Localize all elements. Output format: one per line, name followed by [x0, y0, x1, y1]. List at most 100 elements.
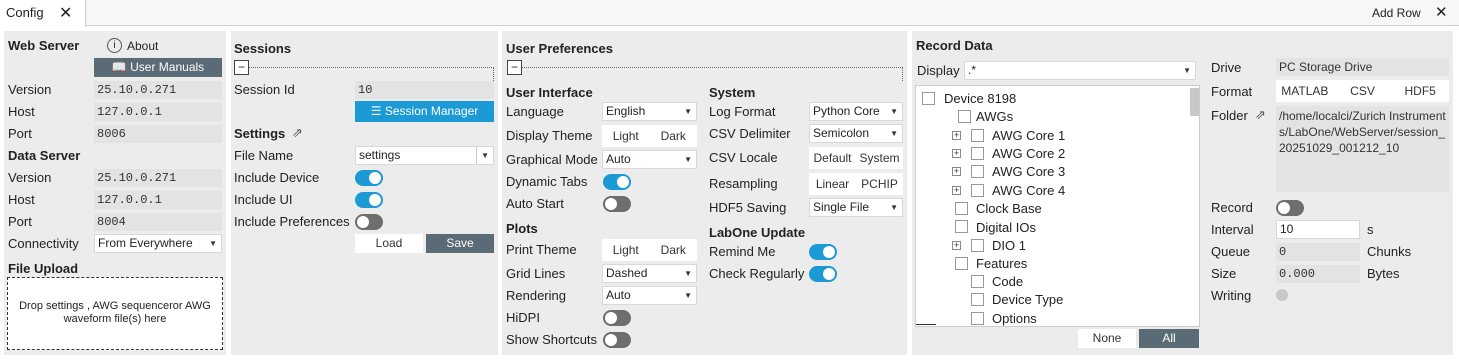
close-icon[interactable]: ✕: [1435, 3, 1448, 21]
file-name-select[interactable]: settings ▼: [355, 146, 494, 165]
list-icon: ☰: [370, 104, 382, 118]
display-filter-select[interactable]: .* ▼: [964, 61, 1196, 80]
language-select[interactable]: English ▼: [602, 102, 697, 121]
expand-icon[interactable]: +: [952, 241, 961, 250]
tab-config[interactable]: Config ✕: [0, 0, 86, 27]
check-regularly-toggle[interactable]: [809, 266, 837, 282]
tree-checkbox[interactable]: [922, 92, 935, 105]
grid-lines-select[interactable]: Dashed ▼: [602, 264, 697, 283]
tree-checkbox[interactable]: [971, 239, 984, 252]
auto-start-label: Auto Start: [506, 196, 564, 211]
web-version-value: 25.10.0.271: [94, 81, 222, 99]
locale-default-option[interactable]: Default: [809, 147, 856, 169]
csv-delimiter-select[interactable]: Semicolon ▼: [809, 124, 903, 143]
tree-item-digital-ios[interactable]: Digital IOs: [976, 220, 1036, 235]
log-format-select[interactable]: Python Core ▼: [809, 102, 903, 121]
show-shortcuts-toggle[interactable]: [603, 332, 631, 348]
remind-me-toggle[interactable]: [809, 244, 837, 260]
save-button[interactable]: Save: [426, 234, 494, 253]
locale-system-option[interactable]: System: [856, 147, 903, 169]
signal-tree[interactable]: Device 8198 AWGs + AWG Core 1 + AWG Core…: [915, 85, 1200, 327]
interval-input[interactable]: 10: [1276, 220, 1360, 239]
select-all-button[interactable]: All: [1139, 329, 1199, 348]
version-label: Version: [8, 82, 52, 97]
csv-locale-switch[interactable]: Default System: [809, 147, 903, 169]
tree-item-clock-base[interactable]: Clock Base: [976, 201, 1042, 216]
tree-item-features[interactable]: Features: [976, 256, 1027, 271]
external-link-icon[interactable]: ⇗: [292, 125, 303, 141]
sessions-panel: Sessions − Session Id 10 ☰ Session Manag…: [231, 31, 498, 355]
tree-item-device[interactable]: Device 8198: [944, 91, 1016, 106]
tree-item-awg-core-4[interactable]: AWG Core 4: [992, 183, 1065, 198]
hidpi-toggle[interactable]: [603, 310, 631, 326]
load-button[interactable]: Load: [355, 234, 423, 253]
tree-checkbox[interactable]: [971, 165, 984, 178]
collapse-button[interactable]: −: [507, 60, 522, 75]
tree-checkbox[interactable]: [971, 275, 984, 288]
tree-checkbox[interactable]: [971, 293, 984, 306]
tree-checkbox[interactable]: [955, 202, 968, 215]
tree-scrollbar[interactable]: [1190, 88, 1199, 116]
record-toggle[interactable]: [1276, 200, 1304, 216]
format-matlab-option[interactable]: MATLAB: [1276, 80, 1334, 102]
theme-light-option[interactable]: Light: [602, 125, 650, 147]
tree-checkbox[interactable]: [955, 220, 968, 233]
expand-icon[interactable]: +: [952, 149, 961, 158]
collapse-button[interactable]: −: [234, 60, 249, 75]
include-device-toggle[interactable]: [355, 170, 383, 186]
about-link[interactable]: About: [127, 39, 158, 53]
plots-section-title: Plots: [506, 221, 538, 236]
expand-icon[interactable]: +: [952, 131, 961, 140]
print-theme-switch[interactable]: Light Dark: [602, 239, 697, 261]
user-manuals-button[interactable]: 📖 User Manuals: [94, 58, 222, 77]
tree-item-device-type[interactable]: Device Type: [992, 292, 1063, 307]
format-switch[interactable]: MATLAB CSV HDF5: [1276, 80, 1449, 102]
include-ui-toggle[interactable]: [355, 192, 383, 208]
tree-item-options[interactable]: Options: [992, 311, 1037, 326]
tree-item-code[interactable]: Code: [992, 274, 1023, 289]
connectivity-select[interactable]: From Everywhere ▼: [94, 234, 222, 253]
include-prefs-toggle[interactable]: [355, 214, 383, 230]
connectivity-label: Connectivity: [8, 236, 79, 251]
external-link-icon[interactable]: ⇗: [1255, 107, 1266, 123]
tree-checkbox[interactable]: [971, 147, 984, 160]
expand-icon[interactable]: +: [952, 186, 961, 195]
tree-item-awgs[interactable]: AWGs: [976, 109, 1013, 124]
dynamic-tabs-toggle[interactable]: [603, 174, 631, 190]
hdf5-saving-select[interactable]: Single File ▼: [809, 198, 903, 217]
tree-checkbox[interactable]: [971, 184, 984, 197]
resampling-linear-option[interactable]: Linear: [809, 173, 856, 195]
resampling-switch[interactable]: Linear PCHIP: [809, 173, 903, 195]
print-light-option[interactable]: Light: [602, 239, 650, 261]
tree-item-awg-core-1[interactable]: AWG Core 1: [992, 128, 1065, 143]
tree-checkbox[interactable]: [955, 257, 968, 270]
tree-item-awg-core-3[interactable]: AWG Core 3: [992, 164, 1065, 179]
format-csv-option[interactable]: CSV: [1334, 80, 1392, 102]
tree-item-awg-core-2[interactable]: AWG Core 2: [992, 146, 1065, 161]
tree-checkbox[interactable]: [958, 110, 971, 123]
display-theme-switch[interactable]: Light Dark: [602, 125, 697, 147]
toggle-knob: [823, 246, 835, 258]
chevron-down-icon: ▼: [476, 147, 489, 164]
file-drop-zone[interactable]: Drop settings , AWG sequenceror AWG wave…: [7, 277, 223, 350]
ui-section-title: User Interface: [506, 85, 593, 100]
info-icon[interactable]: i: [107, 38, 122, 53]
resampling-pchip-option[interactable]: PCHIP: [856, 173, 903, 195]
tree-item-dio-1[interactable]: DIO 1: [992, 238, 1026, 253]
select-none-button[interactable]: None: [1078, 329, 1136, 348]
rendering-select[interactable]: Auto ▼: [602, 286, 697, 305]
sessions-title: Sessions: [234, 41, 292, 56]
print-dark-option[interactable]: Dark: [650, 239, 698, 261]
show-shortcuts-label: Show Shortcuts: [506, 332, 598, 347]
session-manager-button[interactable]: ☰ Session Manager: [355, 101, 494, 122]
expand-icon[interactable]: +: [952, 167, 961, 176]
tree-checkbox[interactable]: [971, 312, 984, 325]
add-row-button[interactable]: Add Row: [1372, 6, 1421, 20]
toggle-knob: [369, 194, 381, 206]
theme-dark-option[interactable]: Dark: [650, 125, 698, 147]
auto-start-toggle[interactable]: [603, 196, 631, 212]
graphical-mode-select[interactable]: Auto ▼: [602, 150, 697, 169]
format-hdf5-option[interactable]: HDF5: [1391, 80, 1449, 102]
close-icon[interactable]: ✕: [59, 3, 72, 23]
tree-checkbox[interactable]: [971, 129, 984, 142]
